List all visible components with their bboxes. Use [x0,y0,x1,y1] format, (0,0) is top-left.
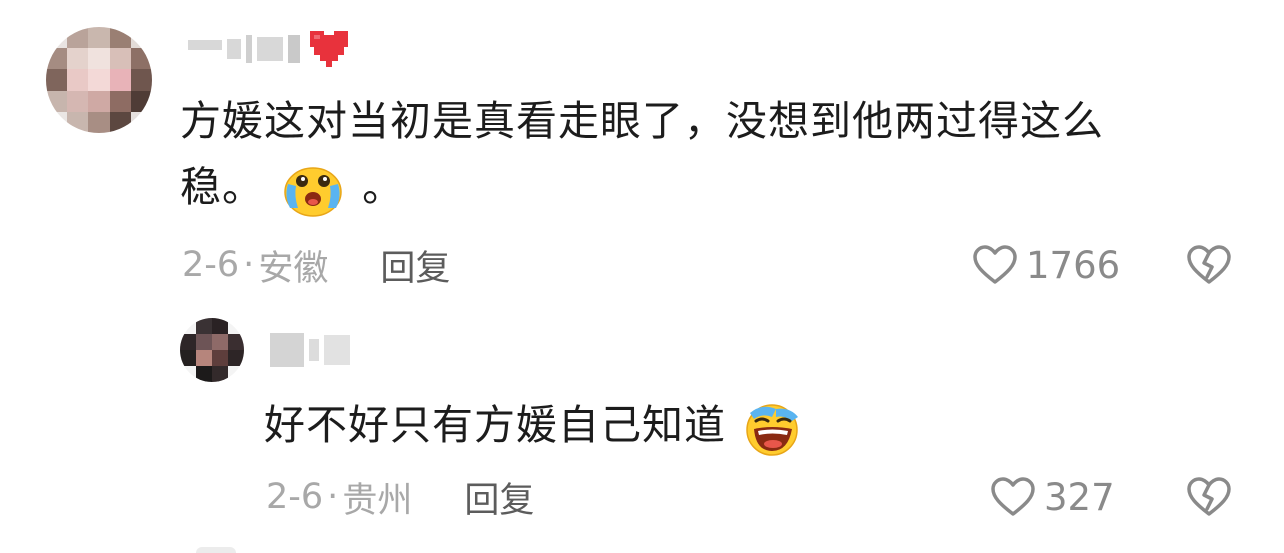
next-avatar-edge [196,547,236,553]
comment-text-line: 稳。 。 [180,154,1104,220]
comment-meta: 2-6 · 贵州 回复 [266,472,534,523]
username[interactable] [264,328,350,372]
comment-meta: 2-6 · 安徽 回复 [182,240,450,291]
dislike-broken-heart-icon[interactable] [1186,476,1232,518]
comment-text-part: 。 [362,163,405,211]
meta-separator: · [327,477,339,517]
like-button[interactable]: 327 [990,474,1115,520]
heart-outline-icon [973,245,1017,284]
comment-location: 贵州 [342,480,413,521]
comment-text: 好不好只有方媛自己知道 [264,392,802,458]
comment-text-part: 稳。 [180,163,264,211]
heart-outline-icon [991,477,1035,516]
comment-date: 2-6 [182,245,240,285]
username-pixelated [270,333,350,367]
reply-button[interactable]: 回复 [464,472,534,523]
reply-button[interactable]: 回复 [380,240,450,291]
laughing-crying-face-icon [746,404,799,456]
heart-badge-icon [310,31,348,67]
meta-separator: · [243,245,255,285]
comment-text-line: 方媛这对当初是真看走眼了，没想到他两过得这么 [180,97,1104,145]
like-button[interactable]: 1766 [972,242,1120,288]
comment-date: 2-6 [266,477,324,517]
crying-face-icon [284,167,342,217]
like-count: 1766 [1026,243,1121,287]
username[interactable] [182,27,352,71]
like-count: 327 [1044,475,1115,519]
dislike-broken-heart-icon[interactable] [1186,244,1232,286]
comment-location: 安徽 [258,248,329,289]
avatar[interactable] [46,27,152,133]
comment-text-line: 好不好只有方媛自己知道 [264,401,726,449]
comment-text: 方媛这对当初是真看走眼了，没想到他两过得这么 稳。 。 [180,88,1104,220]
username-pixelated [188,35,300,63]
avatar[interactable] [180,318,244,382]
